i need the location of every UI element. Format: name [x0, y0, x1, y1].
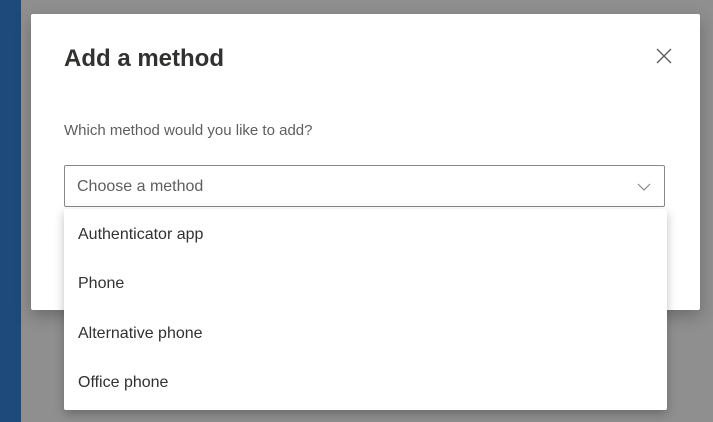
option-authenticator-app[interactable]: Authenticator app	[64, 210, 667, 260]
select-placeholder: Choose a method	[77, 178, 204, 195]
option-alternative-phone[interactable]: Alternative phone	[64, 309, 667, 359]
option-phone[interactable]: Phone	[64, 260, 667, 310]
dialog-title: Add a method	[64, 45, 224, 72]
method-dropdown-list: Authenticator app Phone Alternative phon…	[64, 209, 667, 410]
method-select[interactable]: Choose a method	[64, 165, 665, 207]
close-button[interactable]	[652, 44, 676, 68]
dialog-prompt: Which method would you like to add?	[64, 122, 313, 139]
chevron-down-icon	[637, 183, 651, 191]
option-office-phone[interactable]: Office phone	[64, 359, 667, 409]
close-icon	[656, 48, 672, 64]
